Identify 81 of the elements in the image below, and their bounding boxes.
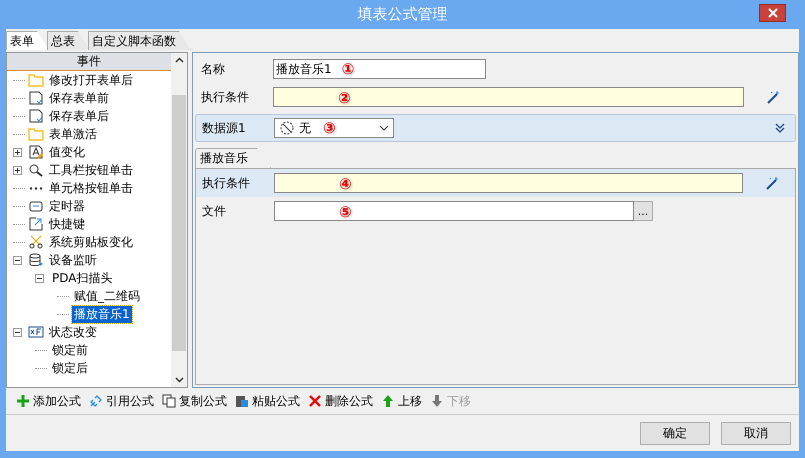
annotation-number: ④ xyxy=(339,174,352,194)
edit-document-icon xyxy=(28,145,44,159)
dialog-button[interactable]: 取消 xyxy=(721,422,791,444)
tree-header: 事件 xyxy=(7,53,171,71)
field-label: 文件 xyxy=(202,202,227,220)
close-icon xyxy=(768,8,778,18)
annotation-number: ③ xyxy=(323,119,336,137)
expand-icon[interactable] xyxy=(13,166,25,174)
field-label: 执行条件 xyxy=(202,174,251,192)
tree-item[interactable]: 系统剪贴板变化 xyxy=(47,234,135,250)
ellipsis-icon xyxy=(29,186,43,190)
tab[interactable]: 总表 xyxy=(47,31,90,50)
tree-item[interactable]: 单元格按钮单击 xyxy=(47,180,135,196)
tree-item[interactable]: 锁定前 xyxy=(50,342,90,358)
tree-item[interactable]: 保存表单前 xyxy=(47,90,111,106)
tree-item[interactable]: 保存表单后 xyxy=(47,108,111,124)
clipboard-icon xyxy=(235,394,249,408)
tree-item[interactable]: 锁定后 xyxy=(50,360,90,376)
toolbar-button[interactable]: 复制公式 xyxy=(160,392,229,410)
field-label: 执行条件 xyxy=(201,88,250,106)
browse-button[interactable]: ... xyxy=(633,201,653,221)
down-arrow-icon xyxy=(430,394,444,408)
double-chevron-icon[interactable] xyxy=(775,123,785,133)
tree-item[interactable]: 快捷键 xyxy=(47,216,87,232)
toolbar-button[interactable]: 删除公式 xyxy=(306,392,375,410)
field-label: 数据源1 xyxy=(202,120,247,136)
scroll-up-icon[interactable] xyxy=(174,57,184,63)
folder-icon xyxy=(28,127,44,141)
delete-icon xyxy=(308,394,322,408)
field-label: 名称 xyxy=(201,60,226,78)
condition-field[interactable]: ④ xyxy=(274,173,743,193)
tab[interactable]: 播放音乐 xyxy=(195,148,271,168)
condition-field[interactable]: ② xyxy=(273,87,744,107)
magic-wand-icon[interactable] xyxy=(765,176,779,190)
none-icon xyxy=(279,120,295,136)
toolbar-button[interactable]: 引用公式 xyxy=(87,392,156,410)
dialog-button[interactable]: 确定 xyxy=(640,422,710,444)
collapse-icon[interactable] xyxy=(35,274,47,282)
caret-icon xyxy=(379,125,389,131)
tree-item[interactable]: 定时器 xyxy=(47,198,87,214)
magnifier-icon xyxy=(28,163,44,177)
tree-item[interactable]: 表单激活 xyxy=(47,126,99,142)
data-source-dropdown[interactable]: 无 ③ xyxy=(274,118,394,138)
tab[interactable]: 表单 xyxy=(6,31,49,50)
toolbar-button[interactable]: 上移 xyxy=(379,392,424,410)
toolbar-button[interactable]: 粘贴公式 xyxy=(233,392,302,410)
link-icon xyxy=(89,394,103,408)
scissors-icon xyxy=(28,235,44,249)
close-button[interactable] xyxy=(759,4,786,22)
tree-item[interactable]: 值变化 xyxy=(47,144,87,160)
copy-icon xyxy=(162,394,176,408)
up-arrow-icon xyxy=(381,394,395,408)
tree-item[interactable]: 播放音乐1 xyxy=(72,306,132,322)
magic-wand-icon[interactable] xyxy=(766,90,780,104)
scroll-down-icon[interactable] xyxy=(174,377,184,383)
annotation-number: ⑤ xyxy=(339,202,352,222)
scrollbar[interactable] xyxy=(171,53,187,387)
annotation-number: ① xyxy=(342,60,354,78)
tree-item[interactable]: 状态改变 xyxy=(47,324,99,340)
form-field-icon xyxy=(28,325,44,339)
toolbar-button[interactable]: 添加公式 xyxy=(14,392,83,410)
database-icon xyxy=(28,253,44,267)
file-field[interactable]: ⑤ xyxy=(274,201,634,221)
tab[interactable]: 自定义脚本函数 xyxy=(88,31,191,50)
expand-icon[interactable] xyxy=(13,148,25,156)
tree-item[interactable]: 修改打开表单后 xyxy=(47,72,135,88)
collapse-icon[interactable] xyxy=(13,328,25,336)
tree-item[interactable]: 赋值_二维码 xyxy=(72,288,142,304)
tree-item[interactable]: PDA扫描头 xyxy=(50,270,114,286)
window-title: 填表公式管理 xyxy=(358,5,448,24)
folder-icon xyxy=(28,73,44,87)
annotation-number: ② xyxy=(338,88,351,108)
shortcut-icon xyxy=(28,217,44,231)
collapse-icon[interactable] xyxy=(13,256,25,264)
input-field[interactable]: 播放音乐1 ① xyxy=(273,59,486,79)
document-icon xyxy=(28,109,44,123)
tree-item[interactable]: 工具栏按钮单击 xyxy=(47,162,135,178)
document-icon xyxy=(28,91,44,105)
timer-icon xyxy=(28,199,44,213)
tree-item[interactable]: 设备监听 xyxy=(47,252,99,268)
plus-icon xyxy=(16,394,30,408)
